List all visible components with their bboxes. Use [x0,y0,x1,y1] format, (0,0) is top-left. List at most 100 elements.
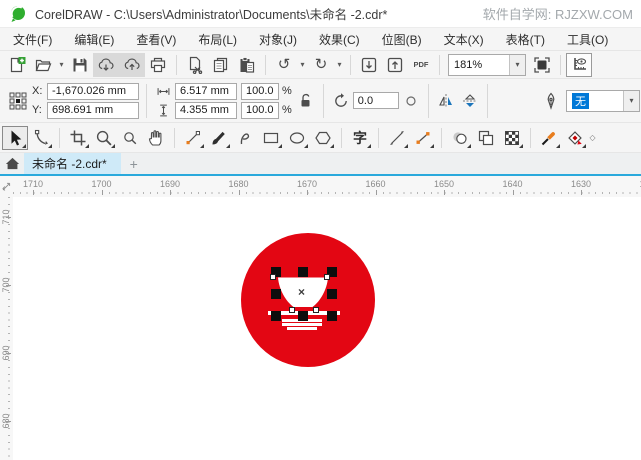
cut-icon[interactable] [182,53,208,77]
chevron-down-icon[interactable]: ▾ [509,54,525,75]
ellipse-tool-icon[interactable] [284,126,310,150]
chevron-down-icon[interactable]: ▾ [623,90,639,111]
ruler-tick [444,190,445,195]
ruler-tick [6,353,11,354]
ruler-tick [101,190,103,195]
zoom-tool-icon[interactable] [91,126,117,150]
new-document-icon[interactable] [4,53,30,77]
ruler-label: 1640 [502,179,523,189]
publish-pdf-icon[interactable]: PDF [408,53,434,77]
object-height-input[interactable]: 4.355 mm [175,101,237,119]
text-tool-icon[interactable]: 字 [347,126,373,150]
ruler-label: 1700 [91,179,112,189]
menu-item[interactable]: 编辑(E) [66,28,122,50]
menu-item[interactable]: 工具(O) [559,28,616,50]
menu-item[interactable]: 布局(L) [190,28,245,50]
coreldraw-window: CorelDRAW - C:\Users\Administrator\Docum… [0,0,641,460]
x-position-input[interactable]: -1,670.026 mm [47,82,139,100]
freehand-tool-icon[interactable] [180,126,206,150]
menu-item[interactable]: 位图(B) [374,28,430,50]
rectangle-tool-icon[interactable] [258,126,284,150]
outline-width-value: 无 [572,92,589,109]
menu-item[interactable]: 文本(X) [436,28,492,50]
pattern-fill-tool-icon[interactable] [499,126,525,150]
eyedropper-tool-icon[interactable] [536,126,562,150]
title-bar: CorelDRAW - C:\Users\Administrator\Docum… [0,0,641,28]
zoom-level-combo[interactable]: 181% ▾ [448,53,526,76]
save-icon[interactable] [67,53,93,77]
undo-icon[interactable]: ↺ [271,53,297,77]
menu-item[interactable]: 效果(C) [311,28,368,50]
ruler-label: 1660 [365,179,386,189]
print-icon[interactable] [145,53,171,77]
separator [560,54,561,75]
ruler-tick [512,190,514,195]
magnifier-tool-icon[interactable] [117,126,143,150]
standard-toolbar: ▾ ↺ ▾ ↻ ▾ PDF 181% ▾ [0,50,641,78]
separator [174,127,175,148]
import-icon[interactable] [356,53,382,77]
copy-icon[interactable] [208,53,234,77]
horizontal-ruler[interactable]: 1710170016901680167016601650164016301620 [0,176,641,197]
ruler-label: 1630 [570,179,592,189]
new-tab-button[interactable]: + [121,153,147,174]
object-width-input[interactable]: 6.517 mm [175,82,237,100]
ruler-label: 1650 [433,179,455,189]
separator [265,54,266,75]
ruler-origin-icon[interactable] [0,176,13,197]
connector-tool-icon[interactable] [410,126,436,150]
separator [439,54,440,75]
separator [341,127,342,148]
bspline-tool-icon[interactable] [232,126,258,150]
menu-item[interactable]: 文件(F) [5,28,60,50]
undo-dropdown-icon[interactable]: ▾ [297,53,308,77]
line-tool-icon[interactable] [384,126,410,150]
artistic-media-tool-icon[interactable] [206,126,232,150]
lock-ratio-icon[interactable] [294,89,318,113]
mirror-vertical-button[interactable] [458,89,482,113]
rotation-center-icon[interactable] [399,89,423,113]
show-rulers-icon[interactable] [566,52,592,77]
ruler-label: 1680 [228,179,249,189]
pick-tool-icon[interactable] [2,125,28,150]
document-tab-bar: 未命名 -2.cdr* + [0,152,641,176]
open-icon[interactable] [30,53,56,77]
ruler-minor-ticks [13,192,641,194]
ruler-tick [375,190,377,195]
transparency-tool-icon[interactable] [473,126,499,150]
coreldraw-logo-icon [9,5,27,23]
canvas[interactable] [13,197,641,460]
ruler-tick [170,190,171,195]
polygon-tool-icon[interactable] [310,126,336,150]
open-dropdown-icon[interactable]: ▾ [56,53,67,77]
paste-icon[interactable] [234,53,260,77]
mirror-horizontal-button[interactable] [434,89,458,113]
fullscreen-preview-icon[interactable] [529,53,555,77]
menu-item[interactable]: 表格(T) [498,28,553,50]
vertical-ruler[interactable]: 710 700 690 680 [0,197,13,460]
menu-item[interactable]: 对象(J) [251,28,305,50]
y-position-input[interactable]: 698.691 mm [47,101,139,119]
pan-tool-icon[interactable] [143,126,169,150]
watermark-text: 软件自学网: RJZXW.COM [482,7,633,22]
cloud-upload-icon[interactable] [119,52,145,77]
shape-tool-icon[interactable] [28,126,54,150]
smart-fill-tool-icon[interactable] [562,126,588,150]
outline-width-combo[interactable]: 无 ▾ [566,89,640,112]
redo-dropdown-icon[interactable]: ▾ [334,53,345,77]
menu-item[interactable]: 查看(V) [128,28,184,50]
scale-height-input[interactable]: 100.0 [241,101,279,119]
export-icon[interactable] [382,53,408,77]
home-icon[interactable] [0,153,24,174]
menu-bar: 文件(F) 编辑(E) 查看(V) 布局(L) 对象(J) 效果(C) 位图(B) 文本(X)… [0,28,641,50]
rotation-angle-input[interactable]: 0.0 [352,92,399,109]
interactive-fill-tool-icon[interactable] [588,126,597,150]
crop-tool-icon[interactable] [65,126,91,150]
scale-width-input[interactable]: 100.0 [241,82,279,100]
x-label: X: [32,85,43,97]
redo-icon[interactable]: ↻ [308,53,334,77]
document-tab[interactable]: 未命名 -2.cdr* [24,153,121,174]
cloud-download-icon[interactable] [93,52,119,77]
ruler-tick [33,190,34,195]
drop-shadow-tool-icon[interactable] [447,126,473,150]
